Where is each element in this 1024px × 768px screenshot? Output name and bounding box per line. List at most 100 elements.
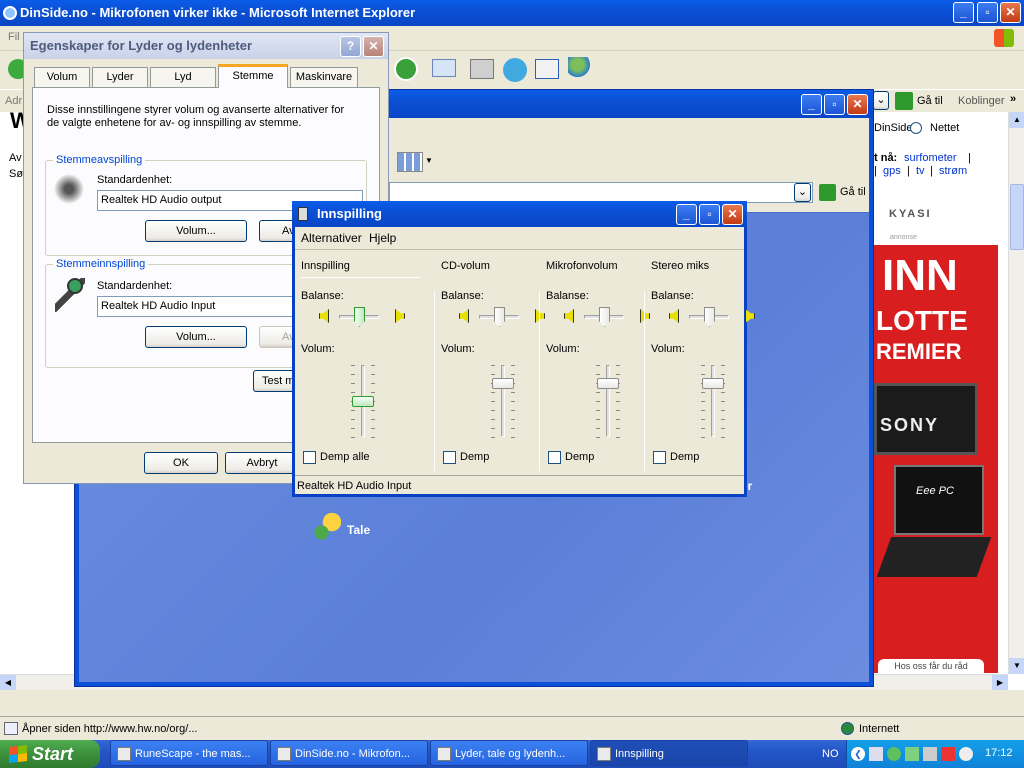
print-icon[interactable] (470, 59, 494, 79)
link-tv[interactable]: tv (916, 165, 925, 177)
scroll-down-icon[interactable]: ▼ (1009, 658, 1024, 674)
task-innspilling[interactable]: Innspilling (590, 740, 748, 766)
props-close-button[interactable]: ✕ (363, 36, 384, 57)
volume-slider[interactable] (352, 396, 374, 407)
cp-go-button[interactable]: Gå til (840, 186, 866, 198)
link-gps[interactable]: gps (883, 165, 901, 177)
volume-tick (701, 374, 705, 375)
language-indicator[interactable]: NO (822, 748, 839, 760)
tray-volume-icon[interactable] (959, 747, 973, 761)
mute-label[interactable]: Demp alle (320, 451, 370, 463)
tab-maskinvare[interactable]: Maskinvare (290, 67, 358, 87)
cp-item-tale[interactable]: Tale (347, 523, 370, 537)
ie-gap (0, 690, 1024, 716)
links-chevron-icon[interactable]: » (1010, 93, 1016, 105)
balance-slider[interactable] (599, 307, 610, 327)
go-button[interactable]: Gå til (917, 95, 943, 107)
messenger-icon[interactable] (503, 58, 527, 82)
tray-network-icon[interactable] (869, 747, 883, 761)
mute-checkbox[interactable] (653, 451, 666, 464)
ie-title-bar[interactable]: DinSide.no - Mikrofonen virker ikke - Mi… (0, 0, 1024, 26)
tab-volum[interactable]: Volum (34, 67, 90, 87)
tray-arrow-icon[interactable]: ❮ (851, 747, 865, 761)
mixer-title-bar[interactable]: Innspilling _ ▫ ✕ (292, 201, 747, 227)
links-label[interactable]: Koblinger (958, 95, 1004, 107)
tray-realtek-icon[interactable] (941, 747, 955, 761)
tab-lyder[interactable]: Lyder (92, 67, 148, 87)
task-lyder[interactable]: Lyder, tale og lydenh... (430, 740, 588, 766)
mixer-maximize-button[interactable]: ▫ (699, 204, 720, 225)
views-icon[interactable] (397, 152, 423, 172)
volume-tick (511, 365, 515, 366)
mute-checkbox[interactable] (303, 451, 316, 464)
edit-icon[interactable] (535, 59, 559, 79)
tray-sync-icon[interactable] (887, 747, 901, 761)
tray-messenger-icon[interactable] (905, 747, 919, 761)
maximize-button[interactable]: ▫ (977, 2, 998, 23)
props-help-button[interactable]: ? (340, 36, 361, 57)
link-strom[interactable]: strøm (939, 165, 967, 177)
mixer-close-button[interactable]: ✕ (722, 204, 743, 225)
playback-default-label: Standardenhet: (97, 174, 173, 186)
cp-address-input[interactable] (389, 182, 813, 203)
volume-tick (616, 392, 620, 393)
balance-slider[interactable] (494, 307, 505, 327)
balance-left-speaker-icon (669, 309, 679, 323)
volume-tick (371, 374, 375, 375)
balance-slider[interactable] (704, 307, 715, 327)
mute-label[interactable]: Demp (565, 451, 594, 463)
tray-audio-icon[interactable] (923, 747, 937, 761)
minimize-button[interactable]: _ (953, 2, 974, 23)
address-dropdown[interactable]: ⌄ (873, 91, 889, 110)
tab-lyd[interactable]: Lyd (150, 67, 216, 87)
tab-stemme[interactable]: Stemme (218, 64, 288, 88)
menu-file[interactable]: Fil (8, 31, 20, 43)
recording-volume-button[interactable]: Volum... (145, 326, 247, 348)
scroll-left-icon[interactable]: ◀ (0, 675, 16, 691)
props-title-bar[interactable]: Egenskaper for Lyder og lydenheter ? ✕ (24, 33, 388, 59)
advertisement-banner[interactable]: INN LOTTE REMIER SONY Eee PC Hos oss får… (874, 245, 998, 673)
kyasit-logo[interactable]: KYASI (889, 208, 932, 220)
balance-label: Balanse: (301, 290, 344, 302)
balance-slider[interactable] (354, 307, 365, 327)
cp-minimize-button[interactable]: _ (801, 94, 822, 115)
tray-clock[interactable]: 17:12 (985, 747, 1013, 759)
speech-icon[interactable] (311, 513, 341, 543)
cp-maximize-button[interactable]: ▫ (824, 94, 845, 115)
volume-slider[interactable] (702, 378, 724, 389)
nettet-radio[interactable] (910, 122, 922, 134)
cp-go-arrow-icon[interactable] (819, 184, 836, 201)
volume-slider[interactable] (492, 378, 514, 389)
start-button[interactable]: Start (0, 740, 100, 768)
task-runescape[interactable]: RuneScape - the mas... (110, 740, 268, 766)
scroll-up-icon[interactable]: ▲ (1009, 112, 1024, 128)
cp-close-button[interactable]: ✕ (847, 94, 868, 115)
refresh-icon[interactable] (394, 57, 418, 81)
mute-label[interactable]: Demp (670, 451, 699, 463)
go-arrow-icon[interactable] (895, 92, 913, 110)
mixer-minimize-button[interactable]: _ (676, 204, 697, 225)
mixer-menu-help[interactable]: Hjelp (369, 231, 396, 245)
cp-address-dropdown[interactable]: ⌄ (794, 183, 811, 202)
cancel-button[interactable]: Avbryt (225, 452, 299, 474)
balance-left-speaker-icon (564, 309, 574, 323)
contacts-icon[interactable] (568, 57, 592, 79)
ad-footer[interactable]: Hos oss får du råd (878, 659, 984, 673)
mute-checkbox[interactable] (443, 451, 456, 464)
ok-button[interactable]: OK (144, 452, 218, 474)
scroll-right-icon[interactable]: ▶ (992, 675, 1008, 691)
dinside-radio-label[interactable]: DinSide (874, 122, 913, 134)
scroll-thumb[interactable] (1010, 184, 1024, 250)
task-dinside[interactable]: DinSide.no - Mikrofon... (270, 740, 428, 766)
mute-checkbox[interactable] (548, 451, 561, 464)
nettet-label: Nettet (930, 122, 960, 134)
views-dropdown-icon[interactable]: ▼ (425, 156, 433, 165)
ie-vertical-scrollbar[interactable]: ▲ ▼ (1008, 112, 1024, 674)
playback-volume-button[interactable]: Volum... (145, 220, 247, 242)
mute-label[interactable]: Demp (460, 451, 489, 463)
volume-slider[interactable] (597, 378, 619, 389)
link-surfometer[interactable]: surfometer (904, 152, 957, 164)
mixer-menu-options[interactable]: Alternativer (301, 231, 362, 245)
close-button[interactable]: ✕ (1000, 2, 1021, 23)
mail-icon[interactable] (432, 59, 456, 77)
